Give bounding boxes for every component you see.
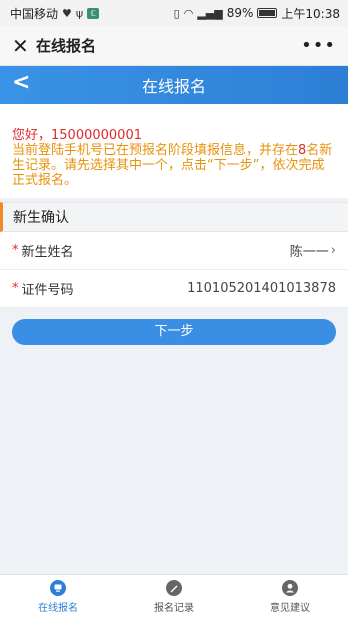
tab-label: 报名记录 — [154, 602, 194, 614]
next-step-button[interactable]: 下一步 — [12, 319, 336, 345]
webview-bar: ✕ 在线报名 ••• — [0, 26, 348, 66]
student-name-row[interactable]: * 新生姓名 陈一一 › — [0, 232, 348, 270]
clock: 上午10:38 — [281, 6, 340, 21]
tab-registration-records[interactable]: 报名记录 — [116, 575, 232, 618]
webview-title: 在线报名 — [36, 37, 97, 55]
status-bar: 中国移动 ♥ ψ ℂ ▯ ◠ ▂▄▆ 89% 上午10:38 — [0, 0, 348, 26]
id-number-row: * 证件号码 110105201401013878 — [0, 270, 348, 308]
greeting-text: 您好，15000000001 — [12, 128, 142, 143]
more-icon[interactable]: ••• — [301, 35, 336, 56]
tab-label: 意见建议 — [270, 602, 310, 614]
notice-message-part1: 当前登陆手机号已在预报名阶段填报信息，并存在 — [12, 143, 299, 158]
student-name-label: 新生姓名 — [21, 245, 74, 260]
close-icon[interactable]: ✕ — [12, 34, 34, 58]
required-mark: * — [12, 281, 19, 296]
pen-icon — [166, 579, 182, 596]
section-title: 新生确认 — [0, 202, 348, 232]
button-wrapper: 下一步 — [0, 308, 348, 356]
notice-message: 当前登陆手机号已在预报名阶段填报信息，并存在8名新生记录。请先选择其中一个，点击… — [12, 143, 336, 188]
vibrate-icon: ▯ — [173, 6, 180, 20]
battery-percent: 89% — [226, 6, 254, 20]
tab-feedback[interactable]: 意见建议 — [232, 575, 348, 618]
signal-icon: ▂▄▆ — [197, 6, 223, 20]
id-number-value: 110105201401013878 — [187, 281, 336, 296]
page-title: 在线报名 — [141, 77, 206, 96]
back-icon[interactable]: < — [12, 70, 30, 95]
usb-icon: ψ — [75, 6, 84, 20]
student-name-value: 陈一一 — [289, 245, 329, 260]
user-icon — [282, 579, 298, 596]
wifi-icon: ◠ — [183, 6, 194, 20]
tab-bar: 在线报名 报名记录 意见建议 — [0, 574, 348, 618]
page-header: < 在线报名 — [0, 66, 348, 104]
chevron-right-icon: › — [330, 243, 336, 258]
battery-icon — [257, 8, 278, 18]
heart-icon: ♥ — [62, 6, 72, 20]
carrier-label: 中国移动 — [10, 6, 59, 21]
notice-block: 您好，15000000001 当前登陆手机号已在预报名阶段填报信息，并存在8名新… — [0, 104, 348, 198]
tab-label: 在线报名 — [38, 602, 78, 614]
monitor-icon — [50, 579, 66, 596]
tab-online-registration[interactable]: 在线报名 — [0, 575, 116, 618]
app-badge-icon: ℂ — [87, 7, 100, 19]
required-mark: * — [12, 243, 19, 258]
id-number-label: 证件号码 — [21, 283, 74, 298]
